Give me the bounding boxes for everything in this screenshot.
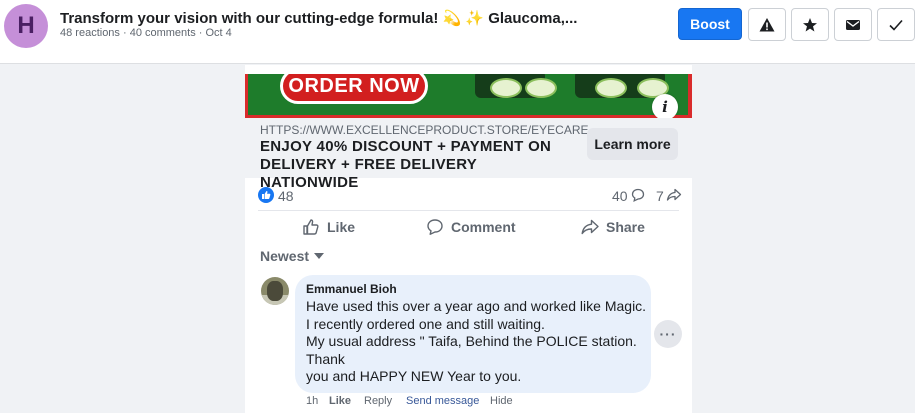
comment-text: Have used this over a year ago and worke… (306, 298, 646, 386)
like-reaction-icon[interactable] (258, 187, 274, 203)
checkmark-icon (889, 19, 903, 31)
comment-line: I recently ordered one and still waiting… (306, 315, 545, 332)
comment-icon (427, 219, 443, 235)
like-button[interactable]: Like (302, 215, 355, 239)
share-label: Share (606, 219, 645, 235)
avatar-head (267, 281, 283, 301)
thumbs-up-icon (303, 219, 319, 235)
send-message-link[interactable]: Send message (406, 395, 479, 407)
comments-count[interactable]: 40 (612, 188, 628, 204)
product-bottle (595, 78, 627, 98)
caret-down-icon (314, 253, 325, 259)
post-title: Transform your vision with our cutting-e… (60, 10, 578, 27)
comment-like-link[interactable]: Like (329, 395, 351, 407)
share-count-icon (666, 188, 682, 201)
comment-line: Thank (306, 350, 345, 367)
comment-count-icon (631, 188, 645, 202)
comment-timestamp[interactable]: 1h (306, 395, 318, 407)
page-avatar[interactable]: H (4, 4, 48, 48)
learn-more-button[interactable]: Learn more (587, 128, 678, 160)
comment-reply-link[interactable]: Reply (364, 395, 392, 407)
share-icon (581, 219, 599, 235)
comment-more-options-button[interactable]: ··· (654, 320, 682, 348)
ad-border-right (688, 74, 692, 118)
post-card: ORDER NOW i HTTPS://WWW.EXCELLENCEPRODUC… (245, 65, 692, 413)
ad-border-left (245, 74, 248, 118)
info-icon[interactable]: i (652, 94, 678, 120)
envelope-icon (846, 19, 860, 30)
message-button[interactable] (834, 8, 872, 41)
boost-button[interactable]: Boost (678, 8, 742, 40)
ad-image[interactable]: ORDER NOW (245, 74, 692, 118)
favorite-button[interactable] (791, 8, 829, 41)
comment-line: My usual address " Taifa, Behind the POL… (306, 333, 637, 349)
comment-label: Comment (451, 219, 516, 235)
stats-divider (258, 210, 679, 211)
comment-author[interactable]: Emmanuel Bioh (306, 282, 397, 296)
post-meta: 48 reactions · 40 comments · Oct 4 (60, 27, 232, 39)
comment-line: Have used this over a year ago and worke… (306, 298, 647, 314)
sort-label: Newest (260, 248, 310, 264)
warning-icon (759, 17, 775, 31)
hide-comment-link[interactable]: Hide (490, 395, 513, 407)
like-label: Like (327, 219, 356, 235)
product-bottle (490, 78, 522, 98)
comment-button[interactable]: Comment (426, 215, 516, 239)
post-header: H Transform your vision with our cutting… (0, 0, 915, 64)
comment-sort-dropdown[interactable]: Newest (260, 248, 325, 264)
commenter-avatar[interactable] (261, 277, 289, 305)
product-bottle (525, 78, 557, 98)
report-button[interactable] (748, 8, 786, 41)
reactions-count[interactable]: 48 (278, 188, 294, 204)
mark-done-button[interactable] (877, 8, 915, 41)
ad-link-preview[interactable]: HTTPS://WWW.EXCELLENCEPRODUCT.STORE/EYEC… (245, 118, 692, 191)
post-stats: 48 40 7 (245, 183, 692, 207)
order-now-banner: ORDER NOW (280, 74, 428, 104)
comment-line: you and HAPPY NEW Year to you. (306, 368, 522, 384)
shares-count[interactable]: 7 (656, 188, 664, 204)
share-button[interactable]: Share (581, 215, 645, 239)
star-icon (803, 17, 817, 31)
link-url: HTTPS://WWW.EXCELLENCEPRODUCT.STORE/EYEC… (260, 123, 606, 137)
comment-bubble: Emmanuel Bioh Have used this over a year… (295, 275, 651, 393)
post-actions: Like Comment Share (245, 212, 692, 238)
